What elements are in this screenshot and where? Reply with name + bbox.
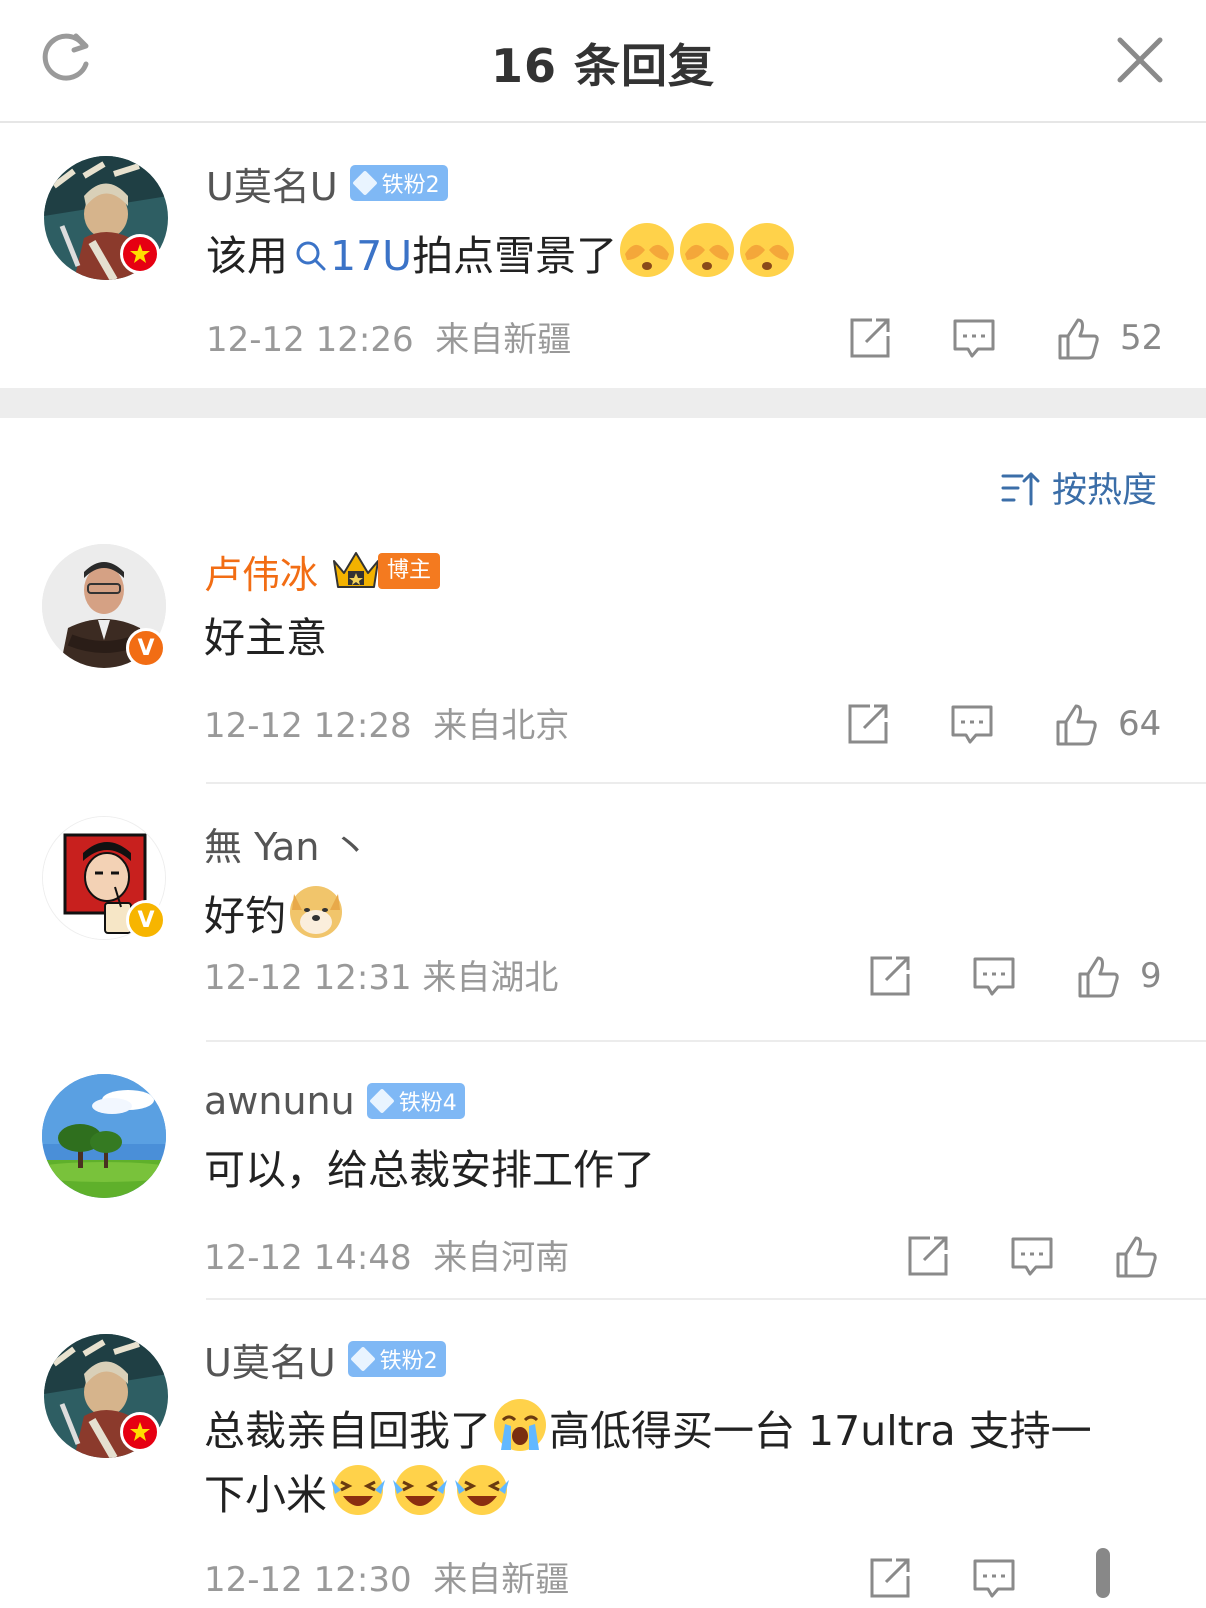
user-name[interactable]: 無 Yan 丶 [204, 816, 370, 871]
location: 来自北京 [433, 706, 570, 746]
laugh-cry-emoji [327, 1460, 389, 1536]
comment-meta: 12-12 12:26 来自新疆 [206, 312, 571, 361]
fan-badge: 铁粉2 [347, 1341, 446, 1377]
page-title: 16 条回复 [490, 39, 716, 93]
shy-emoji [737, 220, 797, 298]
shy-emoji [677, 220, 737, 298]
fan-badge: 铁粉4 [366, 1083, 465, 1119]
comment-actions [906, 1234, 1166, 1284]
comment-icon[interactable] [972, 954, 1016, 998]
like-icon[interactable] [1076, 954, 1120, 998]
verified-badge: V [126, 900, 166, 940]
comment-meta: 12-12 14:48 来自河南 [204, 1230, 569, 1279]
user-name[interactable]: 卢伟冰 [204, 544, 318, 599]
user-name-row: 卢伟冰 博主 [204, 544, 441, 599]
like-icon[interactable] [1056, 316, 1100, 360]
diamond-icon [368, 1088, 395, 1114]
share-icon[interactable] [868, 1556, 912, 1600]
comment-text: 该用 17U拍点雪景了 [206, 220, 797, 298]
blogger-badge: 博主 [330, 549, 441, 593]
like-icon[interactable] [1054, 702, 1098, 746]
share-icon[interactable] [846, 702, 890, 746]
comment-text-part: 好钓 [204, 892, 286, 940]
divider [206, 1298, 1206, 1300]
region-flag-badge [120, 1412, 160, 1452]
comment-text: 好主意 [204, 614, 327, 662]
location: 来自河南 [433, 1238, 570, 1278]
sort-label: 按热度 [1052, 471, 1158, 511]
comment-text-line2: 下小米 [204, 1460, 513, 1536]
comment-text-part: 总裁亲自回我了 [204, 1407, 491, 1455]
user-name[interactable]: U莫名U [204, 1332, 336, 1387]
like-icon[interactable] [1114, 1234, 1158, 1278]
fan-badge: 铁粉2 [349, 165, 448, 201]
comment-icon[interactable] [972, 1556, 1016, 1600]
user-name[interactable]: U莫名U [206, 156, 338, 211]
user-name[interactable]: awnunu [204, 1079, 355, 1123]
comment-actions: 52 [848, 316, 1168, 366]
topic-link[interactable]: 17U [288, 232, 412, 280]
region-flag-badge [120, 234, 160, 274]
verified-badge: V [126, 628, 166, 668]
diamond-icon [349, 1346, 376, 1372]
comment-icon[interactable] [950, 702, 994, 746]
timestamp: 12-12 12:28 [204, 706, 412, 746]
shy-emoji [617, 220, 677, 298]
comment-text-part: 该用 [206, 232, 288, 280]
crown-icon [333, 552, 380, 588]
divider [206, 782, 1206, 784]
comment-text: 可以，给总裁安排工作了 [204, 1146, 655, 1194]
user-name-row: U莫名U 铁粉2 [206, 156, 448, 211]
comment-actions: 64 [846, 702, 1166, 752]
laugh-cry-emoji [389, 1460, 451, 1536]
fan-badge-label: 铁粉2 [381, 173, 440, 198]
laugh-cry-emoji [451, 1460, 513, 1536]
comment-actions: 9 [868, 954, 1168, 1004]
close-icon[interactable] [1114, 34, 1166, 86]
fan-badge-label: 铁粉4 [398, 1091, 457, 1116]
sort-icon [1001, 472, 1040, 505]
section-divider [0, 388, 1206, 418]
fan-badge-label: 铁粉2 [379, 1349, 438, 1374]
comment-meta: 12-12 12:30 来自新疆 [204, 1552, 569, 1601]
like-count: 52 [1120, 318, 1164, 358]
sort-button[interactable]: 按热度 [1000, 462, 1157, 513]
share-icon[interactable] [906, 1234, 950, 1278]
timestamp: 12-12 12:26 [206, 320, 414, 360]
comment-text-part: 高低得买一台 17ultra 支持一 [549, 1407, 1092, 1455]
timestamp: 12-12 12:30 [204, 1560, 412, 1600]
timestamp: 12-12 14:48 [204, 1238, 412, 1278]
user-name-row: 無 Yan 丶 [204, 816, 370, 871]
location: 来自新疆 [435, 320, 572, 360]
share-icon[interactable] [868, 954, 912, 998]
doge-emoji [286, 880, 346, 958]
location: 来自新疆 [433, 1560, 570, 1600]
comment-meta: 12-12 12:31 来自湖北 [204, 950, 558, 999]
divider [206, 1040, 1206, 1042]
location: 来自湖北 [422, 958, 559, 998]
user-name-row: U莫名U 铁粉2 [204, 1332, 446, 1387]
comment-text-part: 拍点雪景了 [412, 232, 618, 280]
comment-text-part: 下小米 [204, 1471, 327, 1519]
comment-icon[interactable] [1010, 1234, 1054, 1278]
topic-link-label: 17U [330, 232, 413, 280]
share-icon[interactable] [848, 316, 892, 360]
comment-meta: 12-12 12:28 来自北京 [204, 698, 569, 747]
comment-text: 好钓 [204, 880, 346, 958]
blogger-tag: 博主 [378, 553, 441, 589]
like-count: 64 [1118, 704, 1162, 744]
search-icon [296, 241, 326, 271]
timestamp: 12-12 12:31 [204, 958, 412, 998]
scrollbar-handle[interactable] [1096, 1548, 1110, 1598]
header-bar: 16 条回复 [0, 0, 1206, 123]
user-name-row: awnunu 铁粉4 [204, 1076, 465, 1126]
comment-icon[interactable] [952, 316, 996, 360]
avatar[interactable] [42, 1074, 166, 1198]
diamond-icon [351, 170, 378, 196]
comment-actions [868, 1556, 1018, 1606]
like-count: 9 [1140, 956, 1162, 996]
